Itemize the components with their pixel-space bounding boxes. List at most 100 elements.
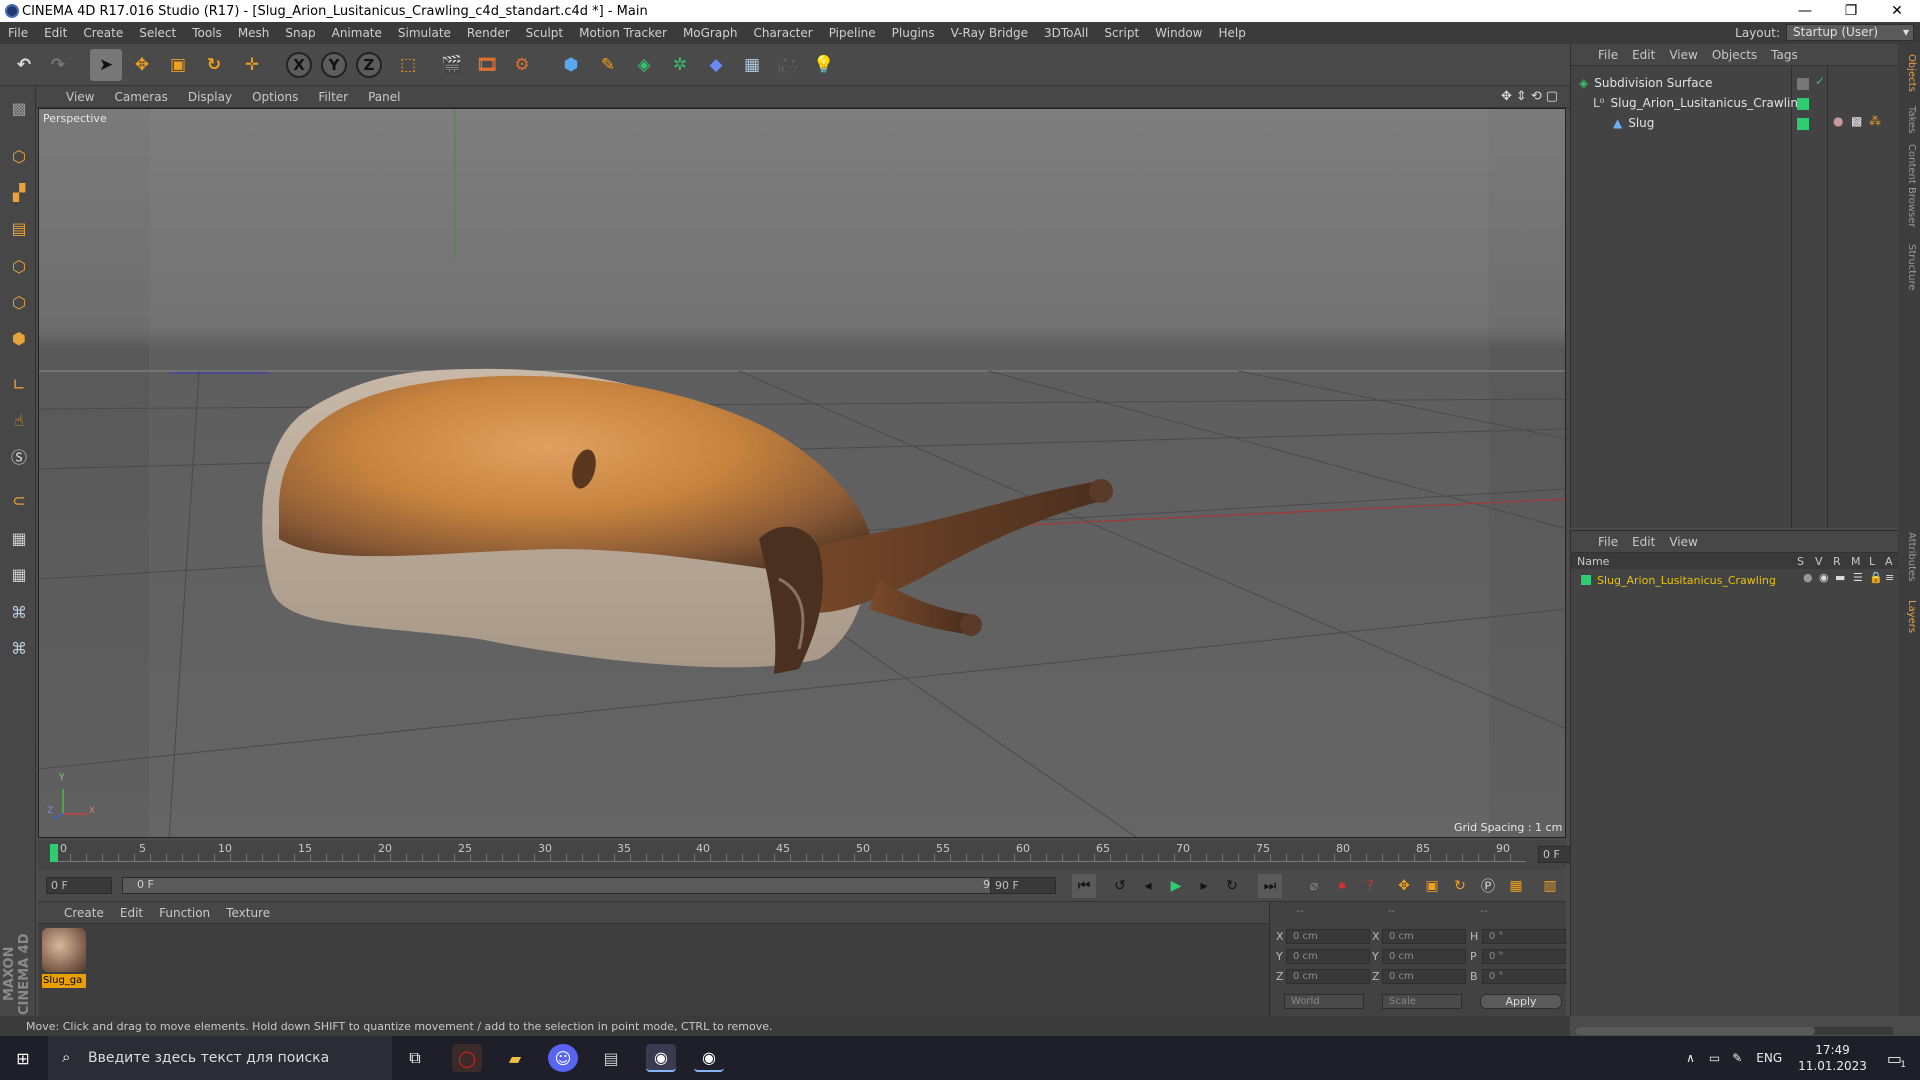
workplane-snap-icon[interactable]: ▦ xyxy=(5,560,33,588)
menu-help[interactable]: Help xyxy=(1210,26,1253,40)
render-settings-icon[interactable]: ⚙ xyxy=(506,49,538,81)
cinema4d-taskbar-icon-2[interactable]: ◉ xyxy=(694,1044,724,1072)
layer-color-swatch[interactable] xyxy=(1797,98,1809,110)
deformer-enable-toggle[interactable] xyxy=(1797,78,1809,90)
size-y-field[interactable]: 0 cm xyxy=(1382,949,1466,964)
minimize-button[interactable]: — xyxy=(1782,0,1828,22)
rotate-tool-icon[interactable]: ↻ xyxy=(198,49,230,81)
cloner-icon[interactable]: ✲ xyxy=(664,49,696,81)
coordinate-mode-dropdown[interactable]: World xyxy=(1284,994,1364,1009)
workplane-lock-icon[interactable]: ▦ xyxy=(5,524,33,552)
key-position-icon[interactable]: ✥ xyxy=(1392,874,1416,898)
rotation-h-field[interactable]: 0 ° xyxy=(1482,929,1566,944)
menu-mograph[interactable]: MoGraph xyxy=(675,26,746,40)
go-to-start-icon[interactable]: ⏮ xyxy=(1072,874,1096,898)
key-rotation-icon[interactable]: ↻ xyxy=(1448,874,1472,898)
redo-icon[interactable]: ↷ xyxy=(42,49,74,81)
python-script-2-icon[interactable]: ⌘ xyxy=(5,634,33,662)
menu-script[interactable]: Script xyxy=(1096,26,1147,40)
light-bulb-icon[interactable]: 💡 xyxy=(808,49,840,81)
tab-layers[interactable]: Layers xyxy=(1901,600,1917,633)
start-frame-field[interactable]: 0 F xyxy=(46,877,112,894)
render-view-icon[interactable]: 🎬 xyxy=(436,49,468,81)
menu-motion-tracker[interactable]: Motion Tracker xyxy=(571,26,675,40)
menu-window[interactable]: Window xyxy=(1147,26,1210,40)
tab-attributes[interactable]: Attributes xyxy=(1901,532,1917,581)
menu-simulate[interactable]: Simulate xyxy=(390,26,459,40)
tree-item-slug-null[interactable]: L⁰ Slug_Arion_Lusitanicus_Crawling xyxy=(1593,94,1806,112)
timeline-ruler[interactable]: 0 5 10 15 20 25 30 35 40 45 50 55 60 65 … xyxy=(38,840,1598,870)
subdivision-surface-icon[interactable]: ◈ xyxy=(628,49,660,81)
3d-viewport[interactable]: Y Z X xyxy=(38,108,1566,838)
preview-range-slider[interactable]: 0 F 90 F xyxy=(122,877,1022,894)
tab-structure[interactable]: Structure xyxy=(1901,244,1917,291)
windows-start-icon[interactable]: ⊞ xyxy=(8,1044,38,1072)
scale-tool-icon[interactable]: ▣ xyxy=(162,49,194,81)
model-mode-icon[interactable]: ⬡ xyxy=(5,142,33,170)
make-editable-icon[interactable]: ▩ xyxy=(5,94,33,122)
layer-solo-icon[interactable]: ● xyxy=(1803,571,1813,584)
viewport-menu-cameras[interactable]: Cameras xyxy=(104,90,177,104)
layer-color-swatch-2[interactable] xyxy=(1797,118,1809,130)
rotation-p-field[interactable]: 0 ° xyxy=(1482,949,1566,964)
notification-icon[interactable]: ▭ 1 xyxy=(1887,1049,1906,1070)
axis-mode-icon[interactable]: ∟ xyxy=(5,370,33,398)
layers-menu-file[interactable]: File xyxy=(1591,535,1625,549)
material-tag-icon[interactable]: ● xyxy=(1833,114,1843,128)
autokey-icon[interactable]: ? xyxy=(1358,874,1382,898)
clock[interactable]: 17:49 11.01.2023 xyxy=(1798,1042,1867,1074)
app-window-icon[interactable]: ▤ xyxy=(596,1044,626,1072)
scrollbar-thumb[interactable] xyxy=(1575,1027,1815,1035)
menu-animate[interactable]: Animate xyxy=(324,26,390,40)
key-pla-icon[interactable]: ▦ xyxy=(1504,874,1528,898)
enabled-checkmark-icon[interactable]: ✓ xyxy=(1815,74,1825,88)
discord-icon[interactable]: ☺ xyxy=(548,1044,578,1072)
undo-icon[interactable]: ↶ xyxy=(8,49,40,81)
menu-select[interactable]: Select xyxy=(131,26,184,40)
x-axis-lock-button[interactable]: X xyxy=(283,49,315,81)
play-icon[interactable]: ▶ xyxy=(1164,874,1188,898)
material-menu-create[interactable]: Create xyxy=(56,906,112,920)
material-menu-texture[interactable]: Texture xyxy=(218,906,278,920)
layer-anim-icon[interactable]: ≡ xyxy=(1885,571,1894,584)
spline-pen-icon[interactable]: ✎ xyxy=(592,49,624,81)
camera-icon[interactable]: 🎥 xyxy=(772,49,804,81)
size-mode-dropdown[interactable]: Scale xyxy=(1382,994,1462,1009)
layer-render-icon[interactable]: ▬ xyxy=(1835,571,1845,584)
tweak-mode-icon[interactable]: ☝ xyxy=(5,406,33,434)
viewport-menu-filter[interactable]: Filter xyxy=(308,90,358,104)
menu-pipeline[interactable]: Pipeline xyxy=(821,26,884,40)
cinema4d-taskbar-icon[interactable]: ◉ xyxy=(646,1044,676,1072)
taskbar-search-box[interactable]: ⌕ Введите здесь текст для поиска xyxy=(48,1036,392,1080)
cube-primitive-icon[interactable]: ⬢ xyxy=(555,49,587,81)
menu-render[interactable]: Render xyxy=(459,26,518,40)
tray-overflow-icon[interactable]: ∧ xyxy=(1686,1051,1695,1065)
move-tool-2-icon[interactable]: ✛ xyxy=(236,49,268,81)
language-indicator[interactable]: ENG xyxy=(1756,1051,1782,1065)
menu-edit[interactable]: Edit xyxy=(36,26,75,40)
rotation-b-field[interactable]: 0 ° xyxy=(1482,969,1566,984)
keyframe-selection-icon[interactable]: ⌀ xyxy=(1302,874,1326,898)
next-frame-icon[interactable]: ▸ xyxy=(1192,874,1216,898)
objects-menu-objects[interactable]: Objects xyxy=(1705,48,1764,62)
viewport-menu-view[interactable]: View xyxy=(56,90,104,104)
objects-menu-tags[interactable]: Tags xyxy=(1764,48,1805,62)
layer-visible-icon[interactable]: ◉ xyxy=(1819,571,1829,584)
points-mode-icon[interactable]: ⬡ xyxy=(5,252,33,280)
apply-button[interactable]: Apply xyxy=(1480,994,1562,1009)
menu-3dtoall[interactable]: 3DToAll xyxy=(1036,26,1096,40)
horizontal-scrollbar[interactable] xyxy=(1575,1027,1893,1035)
frame-ruler[interactable]: 0 5 10 15 20 25 30 35 40 45 50 55 60 65 … xyxy=(50,840,1526,866)
material-menu-edit[interactable]: Edit xyxy=(112,906,151,920)
z-axis-lock-button[interactable]: Z xyxy=(353,49,385,81)
size-z-field[interactable]: 0 cm xyxy=(1382,969,1466,984)
move-tool-icon[interactable]: ✥ xyxy=(126,49,158,81)
render-picture-viewer-icon[interactable]: 🎞 xyxy=(471,49,503,81)
next-key-icon[interactable]: ↻ xyxy=(1220,874,1244,898)
layers-menu-edit[interactable]: Edit xyxy=(1625,535,1662,549)
select-arrow-icon[interactable]: ➤ xyxy=(90,49,122,81)
python-script-icon[interactable]: ⌘ xyxy=(5,598,33,626)
menu-snap[interactable]: Snap xyxy=(277,26,323,40)
tab-takes[interactable]: Takes xyxy=(1901,106,1917,133)
playhead-marker[interactable] xyxy=(50,844,58,862)
